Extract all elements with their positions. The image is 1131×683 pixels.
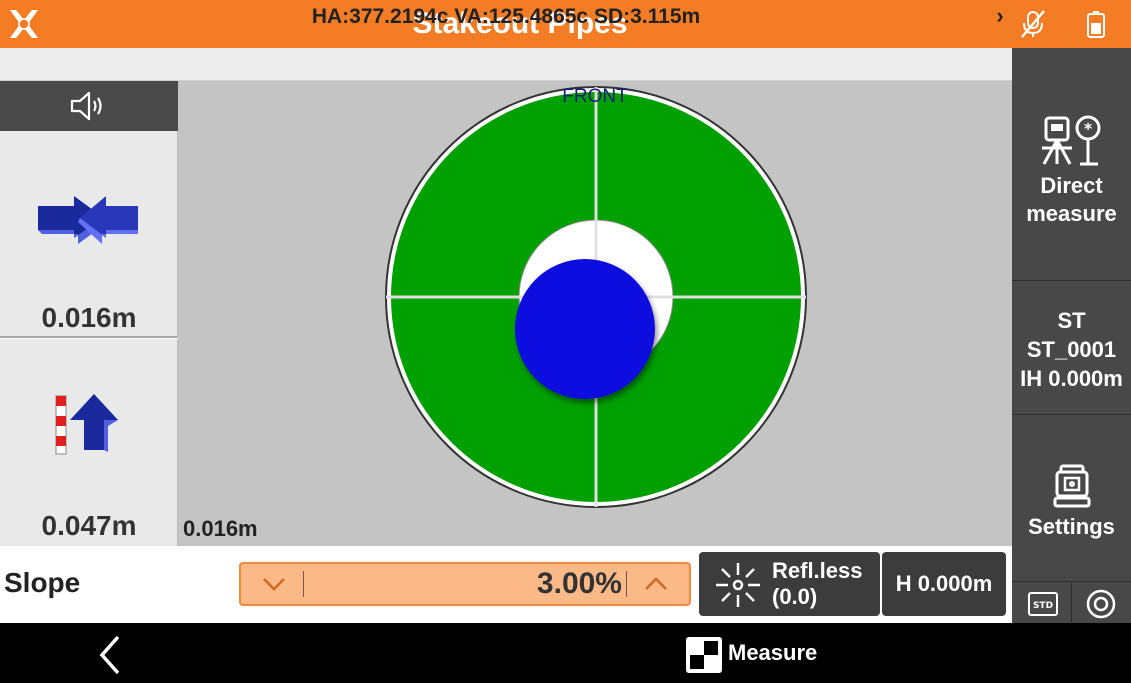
pole-up-arrow-icon	[55, 394, 118, 455]
slope-label: Slope	[4, 567, 81, 598]
prism-position-ball	[515, 259, 655, 399]
reflectorless-label: Refl.less (0.0)	[772, 558, 863, 610]
slope-value[interactable]: 3.00%	[310, 564, 622, 604]
reflectorless-constant: (0.0)	[772, 584, 818, 609]
mic-off-icon[interactable]	[1018, 9, 1048, 39]
chevron-right-icon[interactable]: ›	[990, 0, 1010, 33]
reflectorless-mode: Refl.less	[772, 558, 863, 583]
chevron-down-icon[interactable]	[254, 566, 294, 602]
svg-text:*: *	[1084, 119, 1093, 138]
measurement-readout: HA:377.2194c VA:125.4865c SD:3.115m	[311, 5, 701, 28]
speaker-icon[interactable]	[68, 89, 108, 123]
back-arrow-icon[interactable]	[92, 633, 128, 677]
settings-label: Settings	[1028, 514, 1115, 539]
prism-target-icon	[1086, 589, 1116, 619]
measure-icon[interactable]	[684, 635, 724, 675]
front-label: FRONT	[562, 86, 628, 107]
battery-icon	[1087, 11, 1105, 38]
chevron-up-icon[interactable]	[636, 566, 676, 602]
std-mode-icon: STD	[1028, 592, 1058, 616]
target-distance-label: 0.016m	[183, 516, 258, 541]
bottom-navbar	[0, 623, 1131, 683]
station-name-label: ST_0001	[1026, 337, 1117, 362]
direct-measure-label: Direct measure	[1026, 173, 1117, 226]
instrument-settings-icon	[1053, 464, 1091, 508]
horizontal-offset-value: 0.016m	[41, 302, 137, 333]
measurement-info-bar	[0, 48, 1012, 81]
vertical-offset-value: 0.047m	[41, 510, 137, 541]
measure-button-label[interactable]: Measure	[728, 640, 817, 666]
target-height-label: H 0.000m	[895, 571, 993, 596]
stepper-divider	[303, 571, 304, 597]
station-type-label: ST	[1057, 308, 1086, 333]
laser-reflectorless-icon	[716, 563, 760, 607]
stakeout-target	[385, 86, 807, 508]
station-info: ST ST_0001 IH 0.000m	[1012, 306, 1131, 393]
std-mode-label: STD	[1033, 601, 1053, 611]
instrument-height-label: IH 0.000m	[1020, 366, 1123, 391]
total-station-prism-icon: *	[1042, 115, 1101, 166]
stepper-divider	[626, 571, 627, 597]
converging-arrows-icon	[38, 196, 138, 244]
